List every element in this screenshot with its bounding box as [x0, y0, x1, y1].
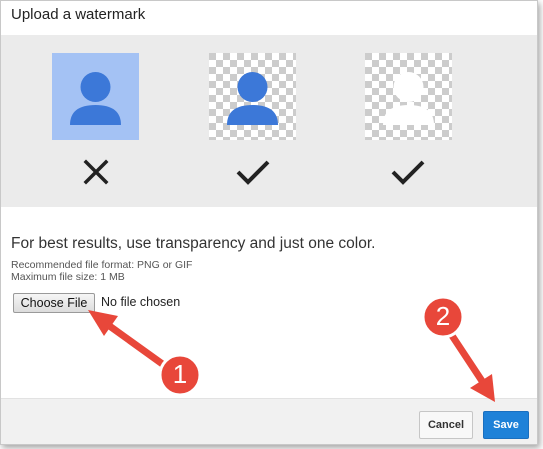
upload-watermark-dialog: Upload a watermark For best results, use… [0, 0, 538, 445]
person-icon [209, 53, 296, 140]
examples-panel [1, 35, 537, 207]
x-icon [81, 157, 111, 187]
file-status-text: No file chosen [101, 295, 181, 309]
dialog-footer: Cancel Save [1, 398, 537, 444]
tip-main-text: For best results, use transparency and j… [11, 235, 376, 252]
tip-file-format: Recommended file format: PNG or GIF [11, 259, 193, 271]
person-icon [365, 53, 452, 140]
check-icon [235, 157, 271, 187]
check-icon [390, 157, 426, 187]
tip-file-size: Maximum file size: 1 MB [11, 271, 125, 283]
cancel-button[interactable]: Cancel [419, 411, 473, 439]
person-icon [52, 53, 139, 140]
example-solid-background [52, 53, 139, 140]
example-transparent-white [365, 53, 452, 140]
step-1-label: 1 [172, 359, 188, 389]
choose-file-button[interactable]: Choose File [13, 293, 95, 313]
save-button[interactable]: Save [483, 411, 529, 439]
dialog-title: Upload a watermark [11, 6, 146, 23]
step-2-label: 2 [435, 301, 451, 331]
example-transparent-blue [209, 53, 296, 140]
